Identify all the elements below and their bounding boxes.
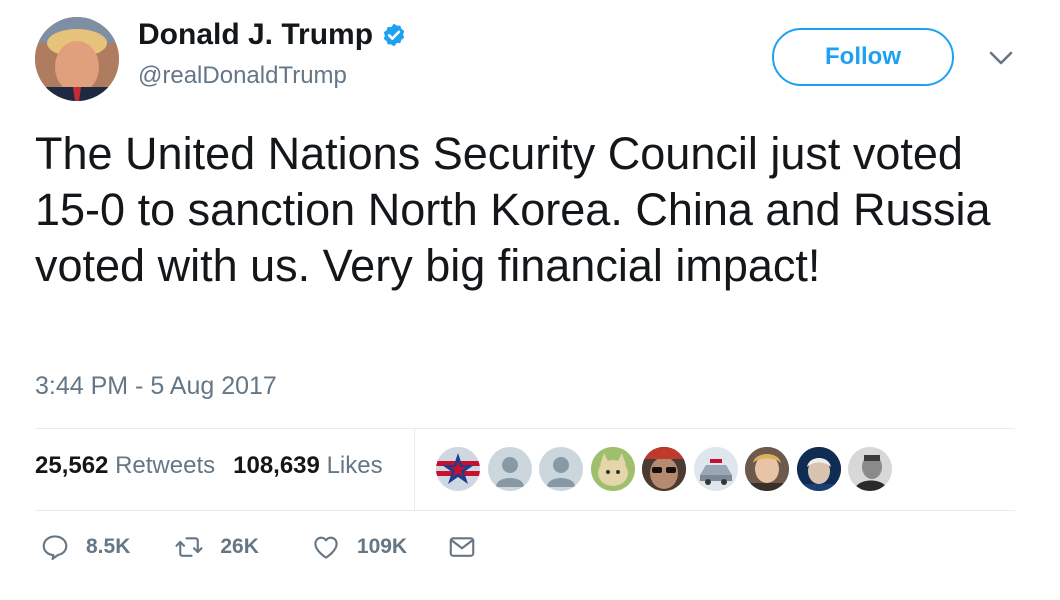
retweet-icon: [175, 537, 203, 557]
tweet-stats: 25,562 Retweets 108,639 Likes: [35, 452, 383, 480]
display-name[interactable]: Donald J. Trump: [138, 18, 373, 52]
envelope-icon: [449, 537, 475, 557]
user-silhouette-icon: [495, 457, 524, 487]
like-count: 109K: [356, 535, 408, 558]
car-avatar[interactable]: [693, 447, 738, 491]
reply-count: 8.5K: [86, 535, 131, 558]
default-avatar[interactable]: [539, 447, 583, 491]
likes-label: Likes: [326, 452, 383, 479]
tweet-text: The United Nations Security Council just…: [35, 128, 991, 291]
likes-stat[interactable]: 108,639 Likes: [233, 452, 382, 480]
follow-button[interactable]: Follow: [772, 28, 954, 86]
like-button[interactable]: 109K: [311, 532, 407, 562]
divider: [35, 510, 1015, 511]
profile-avatar[interactable]: [35, 17, 119, 101]
star-flag-avatar[interactable]: [436, 447, 480, 491]
default-avatar[interactable]: [487, 447, 532, 491]
bw-portrait-avatar[interactable]: [848, 447, 892, 491]
portrait-avatar[interactable]: [745, 447, 789, 491]
cat-avatar[interactable]: [590, 447, 635, 491]
chevron-down-icon[interactable]: [988, 48, 1014, 68]
divider: [414, 428, 415, 510]
retweets-label: Retweets: [115, 452, 216, 479]
liker-avatars: [436, 447, 900, 491]
dark-portrait-avatar[interactable]: [796, 447, 841, 491]
retweet-button[interactable]: 26K: [174, 532, 259, 562]
retweets-stat[interactable]: 25,562 Retweets: [35, 452, 215, 480]
verified-badge-icon: [383, 23, 405, 47]
tweet-timestamp[interactable]: 3:44 PM - 5 Aug 2017: [35, 372, 277, 401]
retweet-count: 26K: [220, 535, 259, 558]
reply-button[interactable]: 8.5K: [40, 532, 130, 562]
likes-count: 108,639: [233, 452, 320, 479]
portrait-icon: [745, 447, 789, 491]
portrait-icon: [796, 447, 841, 491]
user-silhouette-icon: [547, 457, 575, 487]
direct-message-button[interactable]: [447, 532, 477, 562]
user-handle[interactable]: @realDonaldTrump: [138, 62, 347, 90]
portrait-icon: [848, 447, 892, 491]
tweet-actions: 8.5K 26K 109K: [40, 532, 477, 562]
star-icon: [436, 447, 480, 491]
divider: [35, 428, 1015, 429]
cat-icon: [590, 447, 635, 491]
sunglasses-icon: [642, 447, 686, 491]
profile-photo-icon: [35, 17, 119, 101]
sunglasses-avatar[interactable]: [642, 447, 686, 491]
retweets-count: 25,562: [35, 452, 109, 479]
car-icon: [693, 447, 738, 491]
heart-icon: [314, 536, 338, 559]
reply-icon: [42, 535, 68, 560]
